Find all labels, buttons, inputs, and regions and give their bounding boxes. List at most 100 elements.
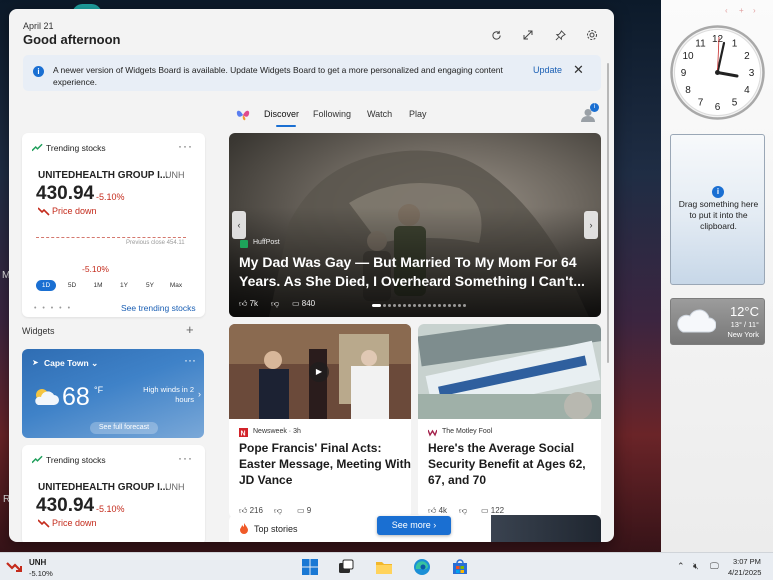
card-title: Trending stocks bbox=[46, 143, 106, 153]
header-date: April 21 bbox=[23, 21, 54, 31]
huffpost-logo-icon bbox=[240, 240, 248, 248]
pager-dot[interactable] bbox=[372, 304, 381, 307]
article-title[interactable]: Here's the Average Social Security Benef… bbox=[428, 440, 600, 488]
carousel-dots[interactable]: • • • • • bbox=[34, 305, 72, 312]
volume-muted-icon[interactable]: 🔇︎ bbox=[693, 561, 699, 572]
info-icon: i bbox=[712, 186, 724, 198]
network-icon[interactable]: 🖵︎ bbox=[710, 561, 719, 572]
comment-button[interactable]: ▭ 9 bbox=[297, 506, 311, 515]
msn-butterfly-icon[interactable] bbox=[236, 108, 250, 122]
stock-price: 430.94 bbox=[36, 183, 95, 204]
dislike-icon[interactable]: 👎︎ bbox=[271, 299, 279, 309]
pager-dot[interactable] bbox=[458, 304, 461, 307]
tab-following[interactable]: Following bbox=[313, 109, 351, 119]
tab-discover[interactable]: Discover bbox=[264, 109, 299, 119]
see-more-button[interactable]: See more › bbox=[377, 516, 451, 535]
hero-pager[interactable] bbox=[372, 304, 466, 307]
edge-browser-icon[interactable] bbox=[413, 558, 431, 576]
pager-dot[interactable] bbox=[403, 304, 406, 307]
range-5y[interactable]: 5Y bbox=[140, 280, 160, 291]
pager-dot[interactable] bbox=[408, 304, 411, 307]
show-hidden-icons-chevron-icon[interactable]: ⌃ bbox=[677, 561, 685, 572]
clipboard-gadget[interactable]: i Drag something here to put it into the… bbox=[670, 134, 765, 285]
add-widget-icon[interactable]: + bbox=[186, 322, 194, 337]
pager-dot[interactable] bbox=[443, 304, 446, 307]
more-options-icon[interactable]: ··· bbox=[178, 451, 193, 465]
article-card[interactable]: The Motley Fool Here's the Average Socia… bbox=[418, 324, 601, 518]
expand-icon[interactable] bbox=[520, 27, 536, 43]
stock-name[interactable]: UNITEDHEALTH GROUP I... bbox=[38, 170, 168, 181]
pager-dot[interactable] bbox=[438, 304, 441, 307]
pager-dot[interactable] bbox=[428, 304, 431, 307]
pager-dot[interactable] bbox=[393, 304, 396, 307]
chevron-right-icon[interactable]: › bbox=[198, 389, 201, 399]
see-full-forecast-button[interactable]: See full forecast bbox=[90, 422, 158, 434]
pager-dot[interactable] bbox=[413, 304, 416, 307]
hero-title[interactable]: My Dad Was Gay — But Married To My Mom F… bbox=[239, 253, 594, 291]
tab-play[interactable]: Play bbox=[409, 109, 427, 119]
article-title[interactable]: Pope Francis' Final Acts: Easter Message… bbox=[239, 440, 411, 488]
trending-stocks-card[interactable]: Trending stocks ··· UNITEDHEALTH GROUP I… bbox=[22, 445, 205, 542]
article-source: Newsweek · 3h bbox=[253, 428, 301, 435]
weather-temperature: 68 bbox=[62, 383, 90, 411]
header-greeting: Good afternoon bbox=[23, 32, 121, 47]
clipboard-hint: Drag something here to put it into the c… bbox=[678, 199, 759, 231]
see-trending-stocks-link[interactable]: See trending stocks bbox=[121, 303, 196, 313]
weather-card[interactable]: ➤ Cape Town ⌄ ··· 68 °F High winds in 2 … bbox=[22, 349, 204, 438]
trending-stocks-card[interactable]: Trending stocks ··· UNITEDHEALTH GROUP I… bbox=[22, 133, 205, 317]
previous-close-line bbox=[36, 237, 186, 238]
pager-dot[interactable] bbox=[453, 304, 456, 307]
gadget-forward-icon[interactable]: › bbox=[753, 6, 756, 15]
pager-dot[interactable] bbox=[448, 304, 451, 307]
gadget-add-icon[interactable]: + bbox=[739, 6, 744, 15]
like-count: 7k bbox=[249, 299, 259, 308]
weather-gadget[interactable]: 12°C 13° / 11° New York bbox=[670, 298, 765, 345]
more-options-icon[interactable]: ··· bbox=[184, 353, 196, 367]
pager-dot[interactable] bbox=[433, 304, 436, 307]
range-5d[interactable]: 5D bbox=[62, 280, 82, 291]
settings-gear-icon[interactable] bbox=[584, 27, 600, 43]
hero-article[interactable]: ‹ › HuffPost My Dad Was Gay — But Marrie… bbox=[229, 133, 601, 317]
like-button[interactable]: 👍︎ 7k bbox=[239, 299, 258, 309]
microsoft-store-icon[interactable] bbox=[451, 558, 469, 576]
pager-dot[interactable] bbox=[383, 304, 386, 307]
pin-icon[interactable] bbox=[552, 27, 568, 43]
article-card[interactable]: ▶ N Newsweek · 3h Pope Francis' Final Ac… bbox=[229, 324, 411, 518]
pager-dot[interactable] bbox=[423, 304, 426, 307]
stock-price: 430.94 bbox=[36, 495, 95, 516]
windows-start-icon[interactable] bbox=[301, 558, 319, 576]
play-video-button[interactable]: ▶ bbox=[309, 362, 329, 382]
weather-location[interactable]: Cape Town ⌄ bbox=[44, 358, 98, 369]
pager-dot[interactable] bbox=[463, 304, 466, 307]
refresh-icon[interactable] bbox=[488, 27, 504, 43]
carousel-prev-button[interactable]: ‹ bbox=[232, 211, 246, 239]
task-view-icon[interactable] bbox=[337, 558, 355, 576]
file-explorer-icon[interactable] bbox=[375, 558, 393, 576]
close-icon[interactable]: ✕ bbox=[573, 62, 584, 78]
range-1m[interactable]: 1M bbox=[88, 280, 108, 291]
clock-numeral: 11 bbox=[695, 39, 706, 50]
scrollbar[interactable] bbox=[607, 63, 609, 363]
range-selector: 1D 5D 1M 1Y 5Y Max bbox=[36, 280, 186, 291]
analog-clock[interactable]: 12 12 3 45678 9 1011 bbox=[670, 25, 765, 120]
range-1d[interactable]: 1D bbox=[36, 280, 56, 291]
range-max[interactable]: Max bbox=[166, 280, 186, 291]
range-1y[interactable]: 1Y bbox=[114, 280, 134, 291]
tab-watch[interactable]: Watch bbox=[367, 109, 392, 119]
info-icon: i bbox=[33, 66, 44, 77]
taskbar-time[interactable]: 3:07 PM bbox=[733, 557, 761, 566]
stock-name[interactable]: UNITEDHEALTH GROUP I... bbox=[38, 482, 168, 493]
more-options-icon[interactable]: ··· bbox=[178, 139, 193, 153]
update-link[interactable]: Update bbox=[533, 65, 562, 75]
taskbar-date[interactable]: 4/21/2025 bbox=[728, 568, 761, 577]
carousel-next-button[interactable]: › bbox=[584, 211, 598, 239]
gadget-temperature: 12°C bbox=[729, 304, 759, 319]
pager-dot[interactable] bbox=[388, 304, 391, 307]
pager-dot[interactable] bbox=[398, 304, 401, 307]
comment-button[interactable]: ▭ 840 bbox=[292, 299, 315, 308]
widgets-board: April 21 Good afternoon i A newer versio… bbox=[9, 9, 614, 542]
comment-button[interactable]: ▭ 122 bbox=[481, 506, 504, 515]
gadget-back-icon[interactable]: ‹ bbox=[725, 6, 728, 15]
weather-location-name: Cape Town bbox=[44, 358, 89, 368]
pager-dot[interactable] bbox=[418, 304, 421, 307]
